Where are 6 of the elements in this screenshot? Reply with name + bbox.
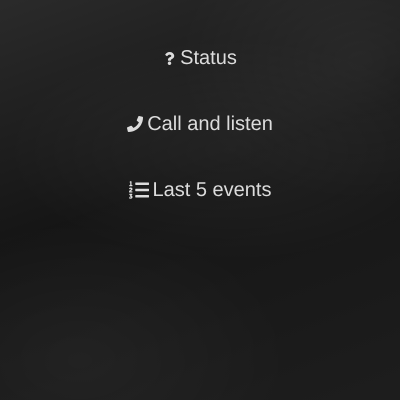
phone-icon bbox=[127, 116, 144, 132]
menu-item[interactable]: Call and listen bbox=[123, 110, 277, 138]
question-icon bbox=[163, 52, 176, 64]
numbered-list-icon bbox=[128, 180, 149, 200]
menu-item[interactable]: Status bbox=[159, 44, 241, 72]
menu-item[interactable]: Last 5 events bbox=[124, 176, 276, 204]
